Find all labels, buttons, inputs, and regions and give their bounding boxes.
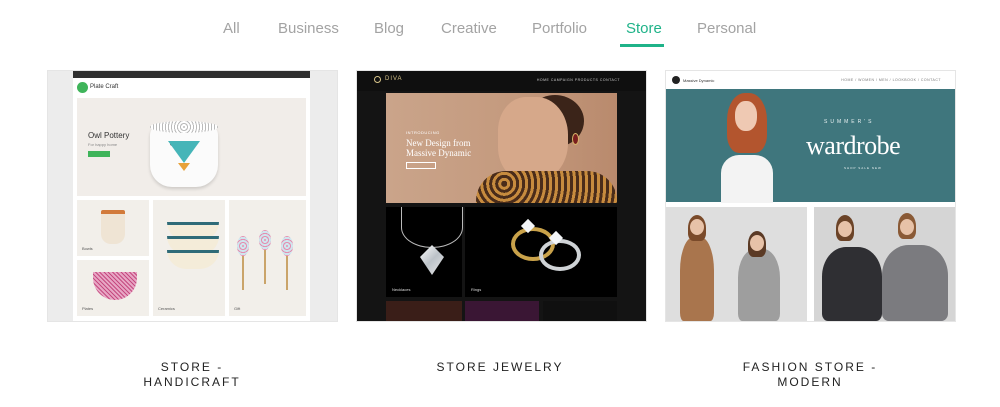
tab-creative[interactable]: Creative: [441, 20, 497, 37]
hero-title: wardrobe: [806, 131, 901, 160]
tile-plates: Plates: [77, 260, 149, 316]
hero-subtitle: SUMMER'S: [824, 119, 875, 125]
hero-title: Owl Pottery: [88, 131, 130, 140]
tile-partial: [386, 301, 462, 321]
tile-rings: Rings: [465, 207, 617, 297]
preview-logo: DIVA: [385, 76, 403, 82]
tab-blog[interactable]: Blog: [374, 20, 404, 37]
caption-store-jewelry[interactable]: STORE JEWELRY: [350, 360, 650, 375]
demo-card-store-handicraft[interactable]: Plate Craft Owl Pottery For happy home B…: [47, 70, 338, 322]
tab-store[interactable]: Store: [626, 20, 662, 37]
preview-hero: INTRODUCING New Design from Massive Dyna…: [386, 93, 617, 203]
tile-label: Rings: [471, 287, 482, 292]
preview-header: DIVA HOME CAMPAIGN PRODUCTS CONTACT: [357, 71, 646, 91]
tab-business[interactable]: Business: [278, 20, 339, 37]
tile-label: Plates: [82, 306, 94, 311]
tab-all[interactable]: All: [223, 20, 240, 37]
preview-nav: HOME / WOMEN / MEN / LOOKBOOK / CONTACT: [841, 78, 941, 82]
spoon-image: [259, 230, 271, 284]
model-coat: [680, 237, 714, 321]
tile-label: Gift: [234, 306, 241, 311]
tile-bowls: Bowls: [77, 200, 149, 256]
tile-necklaces: Necklaces: [386, 207, 463, 297]
preview-header: Plate Craft: [73, 78, 310, 97]
preview-hero: Owl Pottery For happy home: [77, 98, 306, 196]
owl-pot-image: [150, 121, 218, 187]
hero-button: [88, 151, 110, 157]
model-dress: [476, 171, 617, 203]
tab-personal[interactable]: Personal: [697, 20, 756, 37]
caption-line: STORE JEWELRY: [436, 360, 564, 374]
brand-logo-icon: [672, 76, 680, 84]
model-head: [838, 221, 852, 237]
diamond-pendant-image: [420, 245, 444, 275]
dotted-bowl-image: [93, 272, 137, 300]
tile-partial: [465, 301, 539, 321]
model-head: [690, 219, 704, 235]
filter-tabs: All Business Blog Creative Portfolio Sto…: [0, 0, 1000, 50]
hero-button: [406, 162, 436, 169]
model-image: [721, 93, 773, 203]
caption-store-handicraft[interactable]: STORE - HANDICRAFT: [42, 360, 342, 390]
preview-nav: HOME CAMPAIGN PRODUCTS CONTACT: [536, 78, 620, 82]
hero-title-line: New Design from: [406, 138, 471, 148]
hero-links: SHOP SALE NEW: [844, 166, 882, 170]
caption-line: MODERN: [777, 375, 843, 389]
earring-image: [572, 133, 579, 145]
hero-title-line: Massive Dynamic: [406, 148, 472, 158]
hero-subtitle: For happy home: [88, 142, 118, 147]
preview-handicraft: Plate Craft Owl Pottery For happy home B…: [73, 71, 310, 321]
preview-hero: SUMMER'S wardrobe SHOP SALE NEW: [666, 89, 955, 203]
demo-card-store-jewelry[interactable]: DIVA HOME CAMPAIGN PRODUCTS CONTACT INTR…: [356, 70, 647, 322]
model-sweater: [882, 245, 948, 321]
caption-line: HANDICRAFT: [143, 375, 241, 389]
caption-line: STORE -: [160, 360, 224, 374]
preview-header: Massive Dynamic HOME / WOMEN / MEN / LOO…: [666, 71, 955, 89]
tab-portfolio[interactable]: Portfolio: [532, 20, 587, 37]
active-tab-underline: [620, 44, 664, 47]
caption-line: FASHION STORE -: [742, 360, 878, 374]
necklace-chain: [401, 207, 463, 248]
demo-card-fashion-store-modern[interactable]: Massive Dynamic HOME / WOMEN / MEN / LOO…: [665, 70, 956, 322]
photo-models-left: [666, 207, 807, 321]
model-dress: [822, 247, 882, 321]
tile-label: Ceramics: [158, 306, 175, 311]
caption-fashion-store-modern[interactable]: FASHION STORE - MODERN: [660, 360, 960, 390]
model-head: [750, 235, 764, 251]
tile-gift: Gift: [229, 200, 306, 316]
logo-icon: [77, 82, 88, 93]
tile-partial: [543, 301, 617, 321]
spoon-image: [281, 236, 293, 290]
tile-ceramics: Ceramics: [153, 200, 225, 316]
spoon-image: [237, 236, 249, 290]
hero-title: New Design from Massive Dynamic: [406, 138, 471, 158]
model-head: [900, 219, 914, 235]
model-face: [498, 97, 568, 181]
cup-image: [101, 210, 125, 244]
diva-logo-icon: [374, 76, 381, 83]
photo-models-right: [814, 207, 955, 321]
stacked-bowls-image: [167, 222, 219, 282]
preview-brand: Massive Dynamic: [683, 78, 715, 83]
preview-topbar: [73, 71, 310, 78]
tile-label: Necklaces: [392, 287, 411, 292]
hero-eyebrow: INTRODUCING: [406, 130, 440, 135]
tile-label: Bowls: [82, 246, 93, 251]
model-sweater: [738, 249, 780, 321]
preview-logo: Plate Craft: [90, 84, 119, 90]
silver-ring-image: [539, 239, 581, 271]
